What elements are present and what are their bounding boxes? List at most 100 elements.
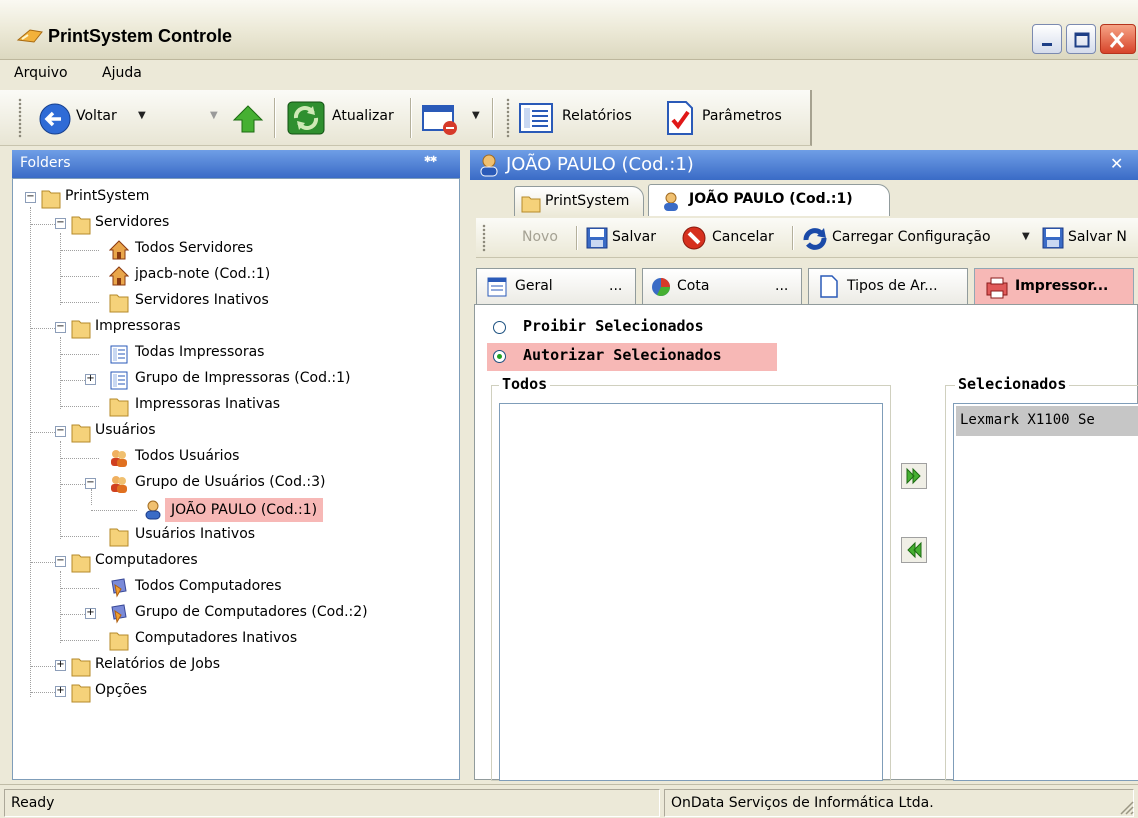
tree-item-servidores-inativos[interactable]: Servidores Inativos bbox=[13, 289, 453, 315]
menu-arquivo[interactable]: Arquivo bbox=[14, 65, 68, 81]
collapse-toggle[interactable]: − bbox=[55, 218, 66, 229]
tree-item-grupo-usuarios[interactable]: − Grupo de Usuários (Cod.:3) bbox=[13, 471, 453, 497]
tree-item-todas-impressoras[interactable]: Todas Impressoras bbox=[13, 341, 453, 367]
parameters-button[interactable]: Parâmetros bbox=[702, 108, 782, 124]
expand-toggle[interactable]: + bbox=[85, 608, 96, 619]
close-document-icon[interactable]: ✕ bbox=[1110, 154, 1123, 173]
tree-line bbox=[31, 224, 55, 225]
remove-selected-button[interactable] bbox=[901, 537, 927, 563]
tree-line bbox=[61, 406, 99, 407]
save-icon[interactable] bbox=[1042, 227, 1064, 249]
selected-printers-list[interactable]: Lexmark X1100 Se bbox=[953, 403, 1138, 781]
tree-label: jpacb-note (Cod.:1) bbox=[135, 266, 271, 282]
list-item[interactable]: Lexmark X1100 Se bbox=[956, 406, 1138, 436]
folder-icon bbox=[109, 398, 129, 417]
status-text: Ready bbox=[11, 795, 55, 811]
maximize-button[interactable] bbox=[1066, 24, 1096, 54]
app-icon bbox=[16, 29, 43, 43]
tab-tipos-arquivo[interactable]: Tipos de Ar... bbox=[808, 268, 968, 304]
window-dropdown-arrow[interactable]: ▼ bbox=[472, 110, 480, 121]
close-icon bbox=[1109, 32, 1125, 48]
collapse-toggle[interactable]: − bbox=[55, 322, 66, 333]
collapse-toggle[interactable]: − bbox=[55, 426, 66, 437]
tab-label: Cota bbox=[677, 278, 710, 294]
save-n-button[interactable]: Salvar N bbox=[1068, 229, 1127, 245]
resize-grip-icon[interactable] bbox=[1118, 799, 1134, 815]
tree-item-relatorios-jobs[interactable]: + Relatórios de Jobs bbox=[13, 653, 453, 679]
back-button[interactable]: Voltar bbox=[76, 108, 117, 124]
back-arrow-icon[interactable] bbox=[38, 102, 72, 136]
menu-ajuda[interactable]: Ajuda bbox=[102, 65, 142, 81]
radio-button[interactable] bbox=[493, 321, 506, 334]
tree-item-impressoras[interactable]: − Impressoras bbox=[13, 315, 453, 341]
cancel-button[interactable]: Cancelar bbox=[712, 229, 774, 245]
up-arrow-icon[interactable] bbox=[232, 104, 264, 134]
radio-autorizar[interactable]: Autorizar Selecionados bbox=[487, 343, 777, 371]
tree-item-grupo-impressoras[interactable]: + Grupo de Impressoras (Cod.:1) bbox=[13, 367, 453, 393]
collapse-toggle[interactable]: − bbox=[55, 556, 66, 567]
cancel-icon[interactable] bbox=[682, 226, 706, 250]
load-config-icon[interactable] bbox=[802, 226, 828, 250]
tab-impressoras[interactable]: Impressor... bbox=[974, 268, 1134, 304]
toolbar-separator bbox=[792, 226, 794, 250]
add-selected-button[interactable] bbox=[901, 463, 927, 489]
save-button[interactable]: Salvar bbox=[612, 229, 656, 245]
tree-item-grupo-computadores[interactable]: + Grupo de Computadores (Cod.:2) bbox=[13, 601, 453, 627]
parameters-icon[interactable] bbox=[664, 100, 696, 136]
tab-cota[interactable]: Cota ... bbox=[642, 268, 802, 304]
radio-label: Proibir Selecionados bbox=[523, 317, 704, 335]
refresh-icon[interactable] bbox=[286, 100, 326, 136]
toolbar-separator bbox=[410, 98, 412, 138]
tree-item-usuarios-inativos[interactable]: Usuários Inativos bbox=[13, 523, 453, 549]
doc-tab-printsystem[interactable]: PrintSystem bbox=[514, 186, 644, 216]
move-right-icon bbox=[906, 467, 921, 485]
folder-icon bbox=[71, 554, 91, 573]
available-printers-list[interactable] bbox=[499, 403, 883, 781]
expand-toggle[interactable]: + bbox=[55, 660, 66, 671]
tree-item-opcoes[interactable]: + Opções bbox=[13, 679, 453, 705]
tab-label: Tipos de Ar... bbox=[847, 278, 938, 294]
minimize-button[interactable] bbox=[1032, 24, 1062, 54]
tree-item-jpacb-note[interactable]: jpacb-note (Cod.:1) bbox=[13, 263, 453, 289]
collapse-toggle[interactable]: − bbox=[25, 192, 36, 203]
tree-item-todos-servidores[interactable]: Todos Servidores bbox=[13, 237, 453, 263]
expand-toggle[interactable]: + bbox=[55, 686, 66, 697]
pin-icon[interactable]: ᕯ bbox=[424, 153, 437, 173]
tree-item-todos-usuarios[interactable]: Todos Usuários bbox=[13, 445, 453, 471]
new-button[interactable]: Novo bbox=[522, 229, 558, 245]
tree-item-computadores[interactable]: − Computadores bbox=[13, 549, 453, 575]
tree-label: Opções bbox=[95, 682, 148, 698]
tree-item-printsystem[interactable]: − PrintSystem bbox=[13, 185, 453, 211]
save-icon[interactable] bbox=[586, 227, 608, 249]
tree-item-computadores-inativos[interactable]: Computadores Inativos bbox=[13, 627, 453, 653]
back-dropdown-arrow[interactable]: ▼ bbox=[138, 110, 146, 121]
report-icon[interactable] bbox=[518, 102, 554, 134]
forward-dropdown-arrow[interactable]: ▼ bbox=[210, 110, 218, 121]
reports-button[interactable]: Relatórios bbox=[562, 108, 632, 124]
tab-label: Geral bbox=[515, 278, 553, 294]
document-icon bbox=[820, 275, 838, 298]
toolbar-grip[interactable] bbox=[18, 98, 22, 138]
tree-item-impressoras-inativas[interactable]: Impressoras Inativas bbox=[13, 393, 453, 419]
load-config-dropdown-arrow[interactable]: ▼ bbox=[1022, 231, 1030, 242]
load-config-button[interactable]: Carregar Configuração bbox=[832, 229, 991, 245]
radio-proibir[interactable]: Proibir Selecionados bbox=[493, 317, 793, 339]
tree-item-joao-paulo[interactable]: JOÃO PAULO (Cod.:1) bbox=[13, 497, 453, 523]
tree-item-usuarios[interactable]: − Usuários bbox=[13, 419, 453, 445]
tree-item-servidores[interactable]: − Servidores bbox=[13, 211, 453, 237]
close-button[interactable] bbox=[1100, 24, 1136, 54]
window-icon[interactable] bbox=[420, 102, 460, 136]
tree-item-todos-computadores[interactable]: Todos Computadores bbox=[13, 575, 453, 601]
collapse-toggle[interactable]: − bbox=[85, 478, 96, 489]
expand-toggle[interactable]: + bbox=[85, 374, 96, 385]
tab-geral[interactable]: Geral ... bbox=[476, 268, 636, 304]
radio-button-checked[interactable] bbox=[493, 350, 506, 363]
refresh-button[interactable]: Atualizar bbox=[332, 108, 394, 124]
computer-icon bbox=[111, 578, 127, 598]
printer-icon bbox=[986, 277, 1008, 299]
folder-icon bbox=[41, 190, 61, 209]
toolbar-grip[interactable] bbox=[506, 98, 510, 138]
maximize-icon bbox=[1074, 32, 1090, 48]
doc-tab-joao-paulo[interactable]: JOÃO PAULO (Cod.:1) bbox=[648, 184, 890, 216]
toolbar-grip[interactable] bbox=[482, 224, 486, 252]
